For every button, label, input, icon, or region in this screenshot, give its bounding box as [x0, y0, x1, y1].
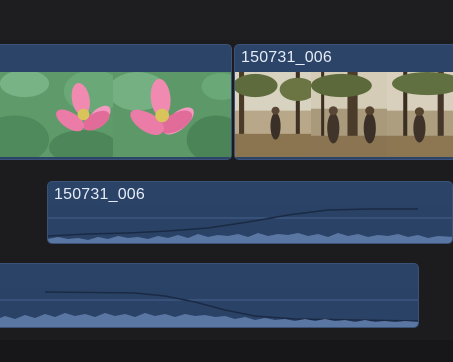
- clip-title: 150731_006: [241, 49, 332, 66]
- video-clip-lotus[interactable]: [0, 44, 232, 160]
- video-clip-150731-006[interactable]: 150731_006: [234, 44, 453, 160]
- audio-clip-150731-006[interactable]: 150731_006: [47, 181, 453, 244]
- timeline-ruler-area[interactable]: [0, 0, 453, 40]
- thumbnail-forest: [311, 72, 387, 157]
- clip-filmstrip: [0, 72, 231, 157]
- thumbnail-lotus: [0, 72, 113, 157]
- audio-clip-lotus[interactable]: [0, 263, 419, 328]
- audio-waveform: [48, 206, 452, 243]
- timeline-panel: 150731_006 150731_006: [0, 0, 453, 362]
- thumbnail-forest: [387, 72, 453, 157]
- clip-title: 150731_006: [54, 186, 145, 203]
- timeline-bottom-area: [0, 340, 453, 362]
- primary-storyline: 150731_006: [0, 44, 453, 162]
- audio-waveform: [0, 288, 418, 327]
- thumbnail-lotus: [113, 72, 231, 157]
- thumbnail-forest: [235, 72, 311, 157]
- clip-filmstrip: [235, 72, 453, 157]
